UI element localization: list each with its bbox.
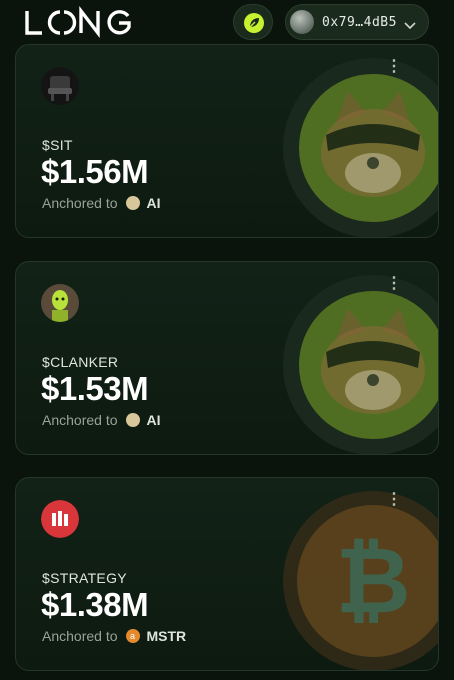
wallet-button[interactable]: 0x79…4dB5 bbox=[285, 4, 429, 40]
token-value: $1.53M bbox=[41, 370, 149, 407]
anchored-label: Anchored to bbox=[42, 628, 118, 644]
header: 0x79…4dB5 bbox=[0, 0, 454, 44]
wallet-avatar bbox=[290, 10, 314, 34]
token-value: $1.56M bbox=[41, 153, 149, 190]
anchor-name[interactable]: AI bbox=[147, 412, 161, 428]
leaf-button[interactable] bbox=[233, 4, 273, 40]
token-ticker: $SIT bbox=[42, 137, 73, 153]
dog-mascot-icon bbox=[283, 58, 438, 237]
token-avatar-strategy bbox=[41, 500, 79, 538]
app: 0x79…4dB5 ⋮ $SIT $1.56M Anchored to AI ⋮… bbox=[0, 0, 454, 680]
bitcoin-icon: ₿ bbox=[283, 491, 438, 670]
svg-text:₿: ₿ bbox=[336, 527, 411, 634]
anchored-label: Anchored to bbox=[42, 412, 118, 428]
wallet-address: 0x79…4dB5 bbox=[322, 15, 397, 30]
token-ticker: $STRATEGY bbox=[42, 570, 127, 586]
anchor-name[interactable]: AI bbox=[147, 195, 161, 211]
ai-token-icon bbox=[125, 413, 140, 427]
more-options-icon[interactable]: ⋮ bbox=[386, 59, 402, 75]
token-card-strategy[interactable]: ₿ ⋮ $STRATEGY $1.38M Anchored to a MSTR bbox=[15, 477, 439, 671]
token-avatar-sit bbox=[41, 67, 79, 105]
anchor-row: Anchored to a MSTR bbox=[42, 628, 186, 644]
more-options-icon[interactable]: ⋮ bbox=[386, 492, 402, 508]
logo-mark bbox=[25, 6, 131, 38]
token-card-sit[interactable]: ⋮ $SIT $1.56M Anchored to AI bbox=[15, 44, 439, 238]
token-avatar-clanker bbox=[41, 284, 79, 322]
anchor-row: Anchored to AI bbox=[42, 412, 161, 428]
chevron-down-icon bbox=[404, 17, 416, 35]
mstr-token-icon: a bbox=[125, 629, 140, 643]
token-card-clanker[interactable]: ⋮ $CLANKER $1.53M Anchored to AI bbox=[15, 261, 439, 455]
anchored-label: Anchored to bbox=[42, 195, 118, 211]
anchor-row: Anchored to AI bbox=[42, 195, 161, 211]
anchor-name[interactable]: MSTR bbox=[147, 628, 187, 644]
more-options-icon[interactable]: ⋮ bbox=[386, 276, 402, 292]
token-value: $1.38M bbox=[41, 586, 149, 623]
leaf-icon bbox=[244, 13, 264, 33]
ai-token-icon bbox=[125, 196, 140, 210]
token-ticker: $CLANKER bbox=[42, 354, 119, 370]
dog-mascot-icon bbox=[283, 275, 438, 454]
